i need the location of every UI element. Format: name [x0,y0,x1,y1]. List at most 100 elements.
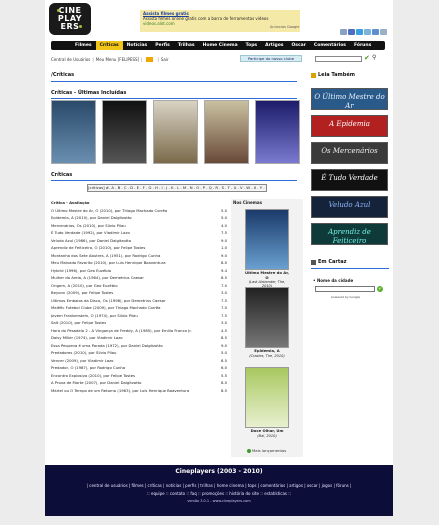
review-title[interactable]: Meu Malvado Favorito (2010), por Luís He… [51,259,211,267]
breadcrumb[interactable]: /Críticas [51,72,74,78]
review-title[interactable]: Vencer (2009), por Vladimir Lazo [51,357,211,365]
nav-item[interactable]: Artigos [261,41,287,50]
review-title[interactable]: Salt (2010), por Felipe Tostes [51,319,211,327]
list-item[interactable]: Veludo Azul (1986), por Daniel Dalgitzot… [51,237,227,245]
notification-icon[interactable] [146,56,154,62]
nav-item[interactable]: Críticas [95,41,123,50]
user-center-link[interactable]: Central de Usuários [51,57,90,62]
list-item[interactable]: Hora do Pesadelo 2 - A Vingança de Fredd… [51,327,227,335]
more-releases-label[interactable]: Mais lançamentos [252,448,286,453]
nav-item[interactable]: Trilhas [174,41,199,50]
list-item[interactable]: Salt (2010), por Felipe Tostes 3.0 [51,319,227,327]
review-title[interactable]: Essa Pequena é uma Parada (1972), por Da… [51,342,211,350]
poster-thumbnail[interactable] [204,100,249,164]
list-item[interactable]: Beyonn (2009), por Felipe Tostes 3.0 [51,289,227,297]
list-item[interactable]: É Tudo Verdade (1992), por Vladimir Lazo… [51,229,227,237]
social-icon[interactable] [364,29,371,35]
poster-thumbnail[interactable] [102,100,147,164]
review-title[interactable]: Jovem Frankenstein, O (1974), por Silvio… [51,312,211,320]
list-item[interactable]: Últimos Embalos da Disco, Os (1998), por… [51,297,227,305]
now-playing-item[interactable]: Último Mestre do Ar, O (Last Airbender, … [245,209,289,288]
movie-title[interactable]: Doce Olhar, Um [245,428,289,434]
list-item[interactable]: Predador, O (1987), por Rodrigo Cunha 6.0 [51,364,227,372]
join-club-button[interactable]: Participe do nosso clube [240,55,302,62]
list-item[interactable]: A Prova de Morte (2007), por Daniel Dalg… [51,379,227,387]
social-icon[interactable] [340,29,347,35]
social-icon[interactable] [356,29,363,35]
search-options-icon[interactable]: ⚲ [372,54,376,61]
review-title[interactable]: Mercenários, Os (2010), por Silvio Pilau [51,222,211,230]
review-title[interactable]: A Prova de Morte (2007), por Daniel Dalg… [51,379,211,387]
list-item[interactable]: Origem, A (2010), por Geo Euzébio 7.0 [51,282,227,290]
ads-by-google-label[interactable]: Anúncios Google [270,25,299,29]
list-item[interactable]: Jovem Frankenstein, O (1974), por Silvio… [51,312,227,320]
list-item[interactable]: Montanha dos Sete Abutres, A (1951), por… [51,252,227,260]
list-item[interactable]: Aprendiz de Feiticeiro, O (2010), por Fe… [51,244,227,252]
poster-image[interactable] [245,209,289,270]
review-title[interactable]: É Tudo Verdade (1992), por Vladimir Lazo [51,229,211,237]
now-playing-item[interactable]: Doce Olhar, Um (Bal, 2010) [245,367,289,438]
list-item[interactable]: O Último Mestre do Ar, O (2010), por Thi… [51,207,227,215]
social-icon[interactable] [372,29,379,35]
now-playing-item[interactable]: Epidemia, A (Crazies, The, 2010) [245,287,289,358]
social-icon[interactable] [348,29,355,35]
more-releases-link[interactable]: Mais lançamentos [247,448,286,453]
poster-thumbnail[interactable] [255,100,300,164]
read-also-banner[interactable]: Veludo Azul [311,196,388,218]
review-title[interactable]: Predadores (2010), por Silvio Pilau [51,349,211,357]
review-title[interactable]: Veludo Azul (1986), por Daniel Dalgitzot… [51,237,211,245]
list-item[interactable]: Encontro Explosivo (2010), por Felipe To… [51,372,227,380]
movie-title[interactable]: Último Mestre do Ar, O [245,270,289,280]
read-also-banner[interactable]: O Último Mestre do Ar [311,88,388,110]
list-item[interactable]: Epidemia, A (2010), por Daniel Dalgitzot… [51,214,227,222]
list-item[interactable]: Martel ou O Tempo de um Retorno (1963), … [51,387,227,395]
city-go-icon[interactable]: ✔ [377,286,383,292]
nav-item[interactable]: Fóruns [350,41,375,50]
list-item[interactable]: Predadores (2010), por Silvio Pilau 5.0 [51,349,227,357]
footer-links[interactable]: | central de usuários | filmes | crítica… [45,483,393,489]
site-logo[interactable]: CINE PLAY ERS [49,3,91,35]
review-title[interactable]: Mulher da Areia, A (1964), por Demetrius… [51,274,211,282]
list-item[interactable]: Meu Malvado Favorito (2010), por Luís He… [51,259,227,267]
review-title[interactable]: Predador, O (1987), por Rodrigo Cunha [51,364,211,372]
read-also-banner[interactable]: A Epidemia [311,115,388,137]
poster-thumbnail[interactable] [51,100,96,164]
list-item[interactable]: Mercenários, Os (2010), por Silvio Pilau… [51,222,227,230]
nav-item[interactable]: Oscar [287,41,309,50]
review-title[interactable]: Beyonn (2009), por Felipe Tostes [51,289,211,297]
list-item[interactable]: Daisy Miller (1974), por Vladimir Lazo 8.… [51,334,227,342]
nav-item[interactable]: Filmes [71,41,96,50]
nav-item[interactable]: Notícias [123,41,151,50]
list-item[interactable]: Maléfic Futebol Clube (2009), por Thiago… [51,304,227,312]
review-title[interactable]: Aprendiz de Feiticeiro, O (2010), por Fe… [51,244,211,252]
review-title[interactable]: Martel ou O Tempo de um Retorno (1963), … [51,387,211,395]
list-item[interactable]: Essa Pequena é uma Parada (1972), por Da… [51,342,227,350]
my-menu-link[interactable]: Meu Menu [FELIPESS] [96,57,139,62]
review-title[interactable]: Daisy Miller (1974), por Vladimir Lazo [51,334,211,342]
alphabet-filter[interactable]: [críticas] #. A . B . C . D . E . F . G … [87,184,267,192]
nav-item[interactable]: Comentários [310,41,350,50]
footer-links-secondary[interactable]: :: equipe :: contato :: faq :: promoções… [45,491,393,497]
nav-item[interactable]: Perfis [151,41,174,50]
nav-item[interactable]: Home Cinema [199,41,242,50]
list-item[interactable]: Hybrid (1996), por Geo Euzébio 9.4 [51,267,227,275]
list-item[interactable]: Mulher da Areia, A (1964), por Demetrius… [51,274,227,282]
nav-item[interactable]: Tops [242,41,261,50]
poster-image[interactable] [245,287,289,348]
review-title[interactable]: Origem, A (2010), por Geo Euzébio [51,282,211,290]
poster-image[interactable] [245,367,289,428]
logout-link[interactable]: Sair [161,57,169,62]
search-go-icon[interactable]: ✔ [364,54,370,62]
review-title[interactable]: Hybrid (1996), por Geo Euzébio [51,267,211,275]
read-also-banner[interactable]: É Tudo Verdade [311,169,388,191]
list-item[interactable]: Vencer (2009), por Vladimir Lazo 8.5 [51,357,227,365]
city-input[interactable] [315,286,375,292]
review-title[interactable]: Últimos Embalos da Disco, Os (1998), por… [51,297,211,305]
review-title[interactable]: Maléfic Futebol Clube (2009), por Thiago… [51,304,211,312]
poster-thumbnail[interactable] [153,100,198,164]
review-title[interactable]: Epidemia, A (2010), por Daniel Dalgitzot… [51,214,211,222]
review-title[interactable]: Montanha dos Sete Abutres, A (1951), por… [51,252,211,260]
read-also-banner[interactable]: Aprendiz de Feiticeiro [311,223,388,245]
read-also-banner[interactable]: Os Mercenários [311,142,388,164]
search-input[interactable] [315,56,362,62]
